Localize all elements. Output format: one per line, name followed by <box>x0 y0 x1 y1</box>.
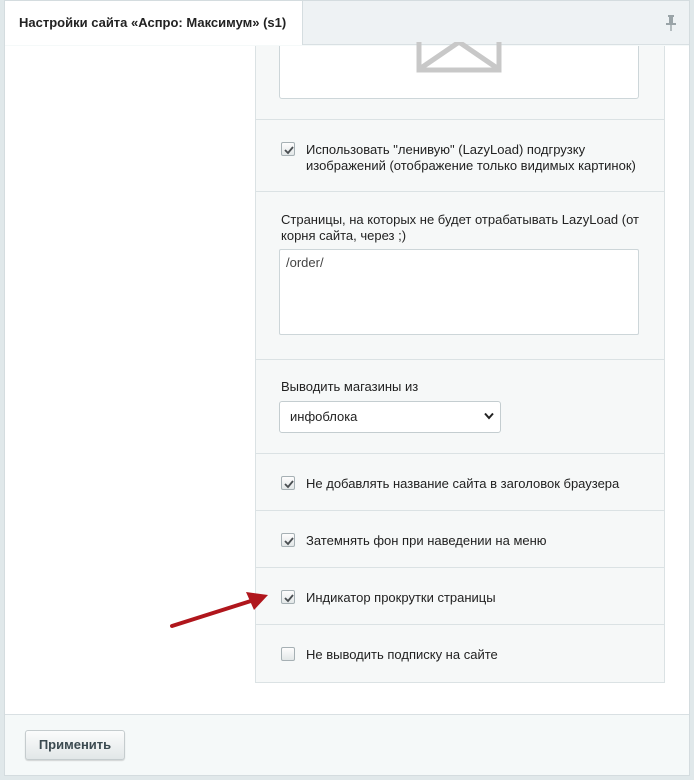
tab-bar: Настройки сайта «Аспро: Максимум» (s1) <box>5 1 689 45</box>
lazyload-label-line2: изображений (отображение только видимых … <box>306 158 636 173</box>
lazyload-label-line1: Использовать "ленивую" (LazyLoad) подгру… <box>306 142 586 157</box>
image-preview <box>279 42 639 99</box>
lazyload-exclude-textarea[interactable]: /order/ <box>279 249 639 335</box>
annotation-arrow-icon <box>170 592 268 628</box>
pin-icon[interactable] <box>665 15 677 31</box>
settings-window: Настройки сайта «Аспро: Максимум» (s1) И… <box>4 0 690 776</box>
no-site-name-checkbox[interactable] <box>281 476 295 490</box>
stores-source-label: Выводить магазины из <box>281 379 419 394</box>
stores-source-selected: инфоблока <box>290 409 358 424</box>
lazyload-exclude-label-line2: корня сайта, через ;) <box>281 228 407 243</box>
no-subscription-checkbox[interactable] <box>281 647 295 661</box>
scroll-indicator-checkbox[interactable] <box>281 590 295 604</box>
apply-button[interactable]: Применить <box>25 730 125 760</box>
stores-source-select[interactable]: инфоблока <box>279 401 501 433</box>
dim-menu-label: Затемнять фон при наведении на меню <box>306 533 547 548</box>
no-site-name-label: Не добавлять название сайта в заголовок … <box>306 476 620 491</box>
footer-bar: Применить <box>5 714 689 775</box>
image-placeholder-icon <box>416 42 502 73</box>
dim-menu-checkbox[interactable] <box>281 533 295 547</box>
lazyload-exclude-label-line1: Страницы, на которых не будет отрабатыва… <box>281 212 639 227</box>
lazyload-checkbox[interactable] <box>281 142 295 156</box>
scroll-indicator-label: Индикатор прокрутки страницы <box>306 590 496 605</box>
tab-site-settings[interactable]: Настройки сайта «Аспро: Максимум» (s1) <box>5 1 303 45</box>
chevron-down-icon <box>484 412 494 420</box>
no-subscription-label: Не выводить подписку на сайте <box>306 647 498 662</box>
settings-content: Использовать "ленивую" (LazyLoad) подгру… <box>5 42 689 714</box>
